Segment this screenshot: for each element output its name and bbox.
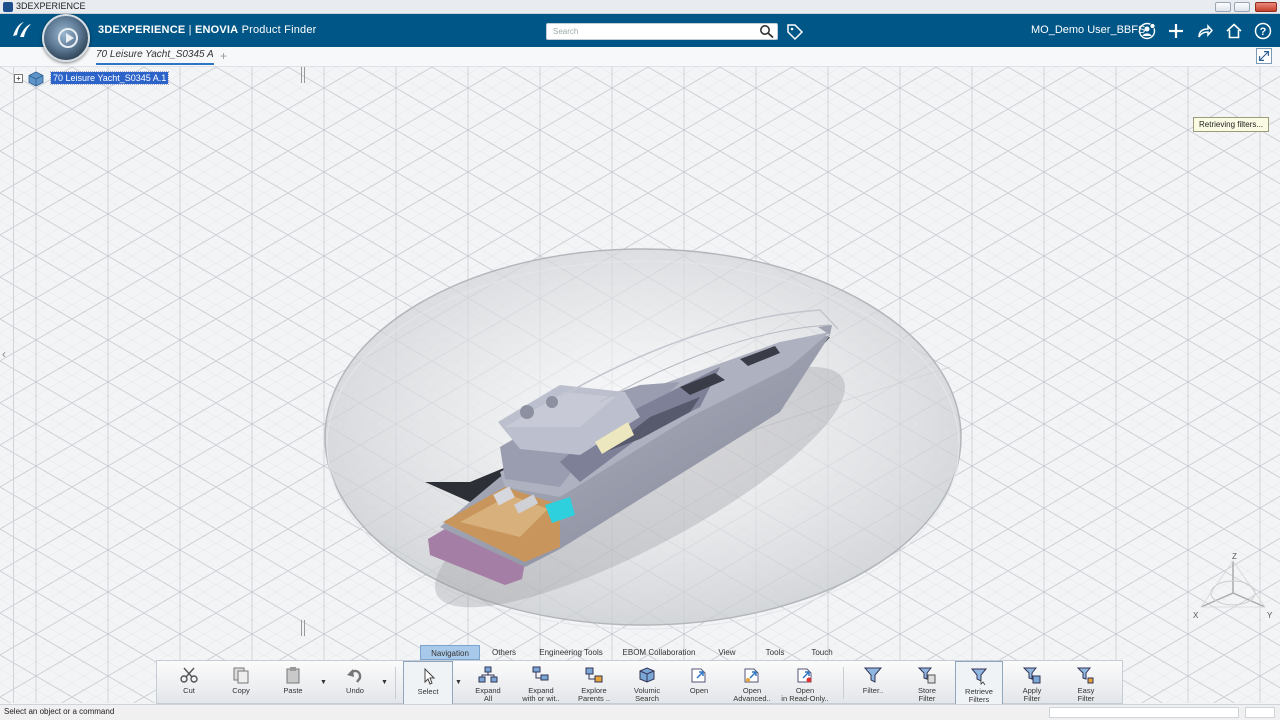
store-filter-icon bbox=[917, 667, 936, 684]
volumic-search-icon bbox=[639, 667, 655, 683]
add-icon[interactable] bbox=[1167, 22, 1185, 40]
status-message: Select an object or a command bbox=[4, 707, 115, 716]
tab-view[interactable]: View bbox=[715, 645, 739, 660]
select-dropdown-icon[interactable]: ▼ bbox=[455, 679, 462, 686]
search-input[interactable]: Search bbox=[546, 23, 778, 40]
tab-ebom-collaboration[interactable]: EBOM Collaboration bbox=[620, 645, 698, 660]
open-read-only-button[interactable]: Open in Read-Only.. bbox=[779, 661, 831, 705]
undo-icon bbox=[347, 669, 362, 683]
retrieve-filters-button[interactable]: Retrieve Filters bbox=[955, 661, 1003, 705]
copy-button[interactable]: Copy bbox=[221, 661, 261, 705]
filter-icon bbox=[863, 667, 883, 683]
tag-icon[interactable] bbox=[786, 23, 804, 41]
axis-y-label: Y bbox=[1267, 611, 1273, 620]
tree-root-label[interactable]: 70 Leisure Yacht_S0345 A.1 bbox=[49, 71, 170, 85]
open-advanced-button[interactable]: Open Advanced.. bbox=[729, 661, 775, 705]
open-button[interactable]: Open bbox=[679, 661, 719, 705]
expand-with-button[interactable]: Expand with or wit.. bbox=[517, 661, 565, 705]
scissors-icon bbox=[180, 667, 198, 683]
expand-filter-icon bbox=[532, 666, 549, 681]
collapse-left-arrow-icon[interactable]: ‹ bbox=[2, 347, 6, 361]
tab-engineering-tools[interactable]: Engineering Tools bbox=[536, 645, 606, 660]
command-input[interactable] bbox=[1049, 707, 1239, 718]
tab-others[interactable]: Others bbox=[488, 645, 520, 660]
tree-panel-edge bbox=[0, 67, 14, 703]
store-filter-button[interactable]: Store Filter bbox=[907, 661, 947, 705]
action-bar: Cut Copy Paste ▼ Undo ▼ Select ▼ Expand A… bbox=[156, 660, 1123, 705]
close-window-button[interactable] bbox=[1255, 2, 1277, 12]
compass-icon[interactable] bbox=[42, 14, 90, 62]
status-tooltip: Retrieving filters... bbox=[1193, 117, 1270, 132]
minimize-button[interactable] bbox=[1215, 2, 1231, 12]
top-splitter-handle[interactable] bbox=[301, 67, 305, 83]
open-icon bbox=[691, 668, 706, 683]
copy-icon bbox=[233, 667, 249, 684]
add-tab-button[interactable]: + bbox=[220, 49, 227, 63]
explore-parents-button[interactable]: Explore Parents .. bbox=[571, 661, 617, 705]
cursor-icon bbox=[424, 667, 436, 685]
document-tab-strip: 70 Leisure Yacht_S0345 A.1 + bbox=[0, 47, 1280, 67]
paste-button[interactable]: Paste bbox=[273, 661, 313, 705]
window-title-bar: 3DEXPERIENCE bbox=[0, 0, 1280, 14]
svg-text:?: ? bbox=[1260, 26, 1267, 38]
explore-parents-icon bbox=[585, 667, 603, 683]
help-icon[interactable]: ? bbox=[1254, 22, 1272, 40]
tab-tools[interactable]: Tools bbox=[762, 645, 788, 660]
tree-expand-toggle[interactable]: + bbox=[14, 74, 23, 83]
product-brand: 3DEXPERIENCE | ENOVIA Product Finder bbox=[98, 24, 317, 36]
open-advanced-icon bbox=[744, 668, 759, 683]
tab-document[interactable]: 70 Leisure Yacht_S0345 A.1 bbox=[96, 49, 214, 65]
tab-touch[interactable]: Touch bbox=[808, 645, 836, 660]
share-icon[interactable] bbox=[1196, 22, 1214, 40]
easy-filter-icon bbox=[1076, 667, 1094, 684]
open-read-only-icon bbox=[797, 668, 812, 683]
window-title: 3DEXPERIENCE bbox=[16, 1, 86, 11]
maximize-viewer-icon[interactable] bbox=[1256, 48, 1272, 64]
apply-filter-icon bbox=[1022, 667, 1041, 684]
product-cube-icon[interactable] bbox=[28, 71, 44, 87]
paste-dropdown-icon[interactable]: ▼ bbox=[320, 679, 327, 686]
compass-axis-icon[interactable]: Z X Y bbox=[1187, 551, 1277, 623]
axis-z-label: Z bbox=[1232, 552, 1237, 561]
separator bbox=[843, 667, 844, 699]
easy-filter-button[interactable]: Easy Filter bbox=[1065, 661, 1107, 705]
axis-x-label: X bbox=[1193, 611, 1199, 620]
apply-filter-button[interactable]: Apply Filter bbox=[1011, 661, 1053, 705]
ground-grid bbox=[0, 67, 1280, 703]
home-icon[interactable] bbox=[1225, 22, 1243, 40]
tab-navigation[interactable]: Navigation bbox=[420, 645, 480, 660]
expand-all-icon bbox=[478, 666, 498, 683]
user-name[interactable]: MO_Demo User_BBFS bbox=[1031, 24, 1145, 36]
ds-logo-icon[interactable] bbox=[10, 19, 34, 41]
retrieve-filters-icon bbox=[970, 668, 988, 685]
volumic-search-button[interactable]: Volumic Search bbox=[625, 661, 669, 705]
app-header: 3DEXPERIENCE | ENOVIA Product Finder Sea… bbox=[0, 14, 1280, 47]
select-button[interactable]: Select bbox=[403, 661, 453, 705]
3d-viewport[interactable]: ‹ + 70 Leisure Yacht_S0345 A.1 Retrievin… bbox=[0, 67, 1280, 703]
cut-button[interactable]: Cut bbox=[169, 661, 209, 705]
status-bar: Select an object or a command bbox=[0, 704, 1280, 720]
app-icon bbox=[3, 2, 13, 12]
bottom-splitter-handle[interactable] bbox=[301, 620, 305, 636]
filter-button[interactable]: Filter.. bbox=[853, 661, 893, 705]
undo-dropdown-icon[interactable]: ▼ bbox=[381, 679, 388, 686]
maximize-button[interactable] bbox=[1234, 2, 1250, 12]
user-profile-icon[interactable] bbox=[1138, 22, 1156, 40]
expand-all-button[interactable]: Expand All bbox=[467, 661, 509, 705]
search-icon[interactable] bbox=[759, 24, 775, 39]
separator bbox=[395, 667, 396, 699]
status-indicator bbox=[1245, 707, 1275, 718]
paste-icon bbox=[286, 667, 300, 684]
undo-button[interactable]: Undo bbox=[335, 661, 375, 705]
